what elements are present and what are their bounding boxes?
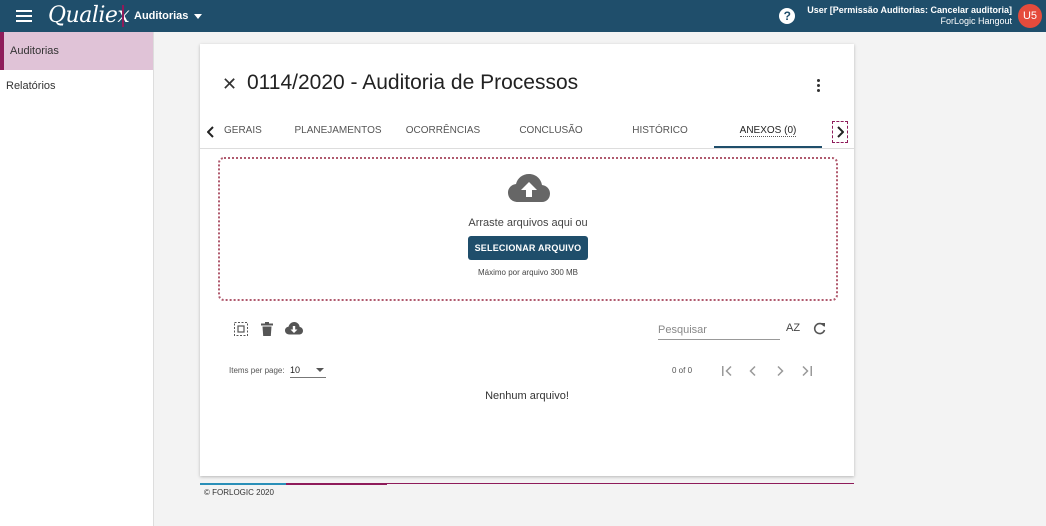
search-field[interactable]: [658, 320, 780, 340]
card-header: ✕ 0114/2020 - Auditoria de Processos: [200, 44, 854, 126]
avatar[interactable]: U5: [1018, 4, 1042, 28]
footer-bar-purple: [286, 483, 387, 485]
footer-color-bar: [200, 483, 854, 485]
menu-button[interactable]: [0, 0, 48, 32]
items-per-page-select[interactable]: 10: [290, 362, 326, 378]
user-name: User [Permissão Auditorias: Cancelar aud…: [807, 5, 1012, 15]
user-info[interactable]: User [Permissão Auditorias: Cancelar aud…: [807, 5, 1012, 27]
tab-anexos-label: ANEXOS (0): [739, 125, 797, 137]
chevron-left-icon[interactable]: [200, 120, 222, 144]
module-selector[interactable]: Auditorias: [134, 10, 203, 22]
sort-az-icon[interactable]: AZ: [786, 322, 800, 334]
app-logo[interactable]: Qualiex: [48, 0, 130, 32]
help-icon[interactable]: ?: [779, 8, 796, 24]
tab-historico[interactable]: HISTÓRICO: [620, 118, 700, 148]
file-dropzone[interactable]: Arraste arquivos aqui ou SELECIONAR ARQU…: [218, 157, 838, 301]
more-vert-icon[interactable]: [812, 74, 824, 96]
sidebar-item-label: Auditorias: [10, 45, 59, 57]
tab-ocorrencias[interactable]: OCORRÊNCIAS: [398, 118, 488, 148]
page-title: 0114/2020 - Auditoria de Processos: [247, 71, 579, 94]
search-input[interactable]: [658, 321, 780, 339]
hamburger-icon: [16, 10, 32, 22]
sidebar-item-label: Relatórios: [6, 80, 56, 92]
cloud-download-icon[interactable]: [285, 322, 303, 335]
tab-anexos[interactable]: ANEXOS (0): [714, 118, 822, 148]
max-file-size: Máximo por arquivo 300 MB: [477, 268, 579, 277]
audit-card: ✕ 0114/2020 - Auditoria de Processos GER…: [200, 44, 854, 476]
empty-state-message: Nenhum arquivo!: [485, 390, 569, 402]
page-range-label: 0 of 0: [672, 366, 693, 375]
chevron-right-icon[interactable]: [832, 121, 848, 143]
drop-instructions: Arraste arquivos aqui ou: [468, 217, 588, 229]
user-org: ForLogic Hangout: [940, 16, 1012, 26]
items-per-page-value: 10: [290, 365, 301, 375]
close-icon[interactable]: ✕: [222, 74, 238, 94]
footer-copyright: © FORLOGIC 2020: [204, 488, 274, 497]
sidebar: Auditorias Relatórios: [0, 32, 154, 526]
previous-page-icon[interactable]: [746, 364, 760, 378]
tab-conclusao[interactable]: CONCLUSÃO: [510, 118, 592, 148]
select-all-icon[interactable]: [234, 322, 248, 336]
select-file-button[interactable]: SELECIONAR ARQUIVO: [468, 236, 588, 260]
footer-bar-blue: [200, 483, 286, 485]
tab-gerais[interactable]: GERAIS: [224, 118, 262, 148]
sidebar-item-auditorias[interactable]: Auditorias: [0, 32, 153, 70]
caret-down-icon: [194, 13, 203, 19]
first-page-icon[interactable]: [720, 364, 734, 378]
caret-down-icon: [316, 368, 324, 372]
header-divider: [122, 5, 124, 27]
last-page-icon[interactable]: [800, 364, 814, 378]
top-app-bar: Qualiex Auditorias ? User [Permissão Aud…: [0, 0, 1046, 32]
tab-planejamentos[interactable]: PLANEJAMENTOS: [284, 118, 392, 148]
delete-icon[interactable]: [261, 322, 273, 336]
refresh-icon[interactable]: [813, 322, 826, 335]
next-page-icon[interactable]: [773, 364, 787, 378]
tab-bar: GERAIS PLANEJAMENTOS OCORRÊNCIAS CONCLUS…: [200, 118, 854, 149]
cloud-upload-icon: [508, 174, 550, 202]
module-label: Auditorias: [134, 10, 189, 22]
items-per-page-label: Items per page:: [229, 366, 285, 375]
sidebar-item-relatorios[interactable]: Relatórios: [0, 70, 153, 102]
footer-bar-line: [387, 483, 854, 484]
